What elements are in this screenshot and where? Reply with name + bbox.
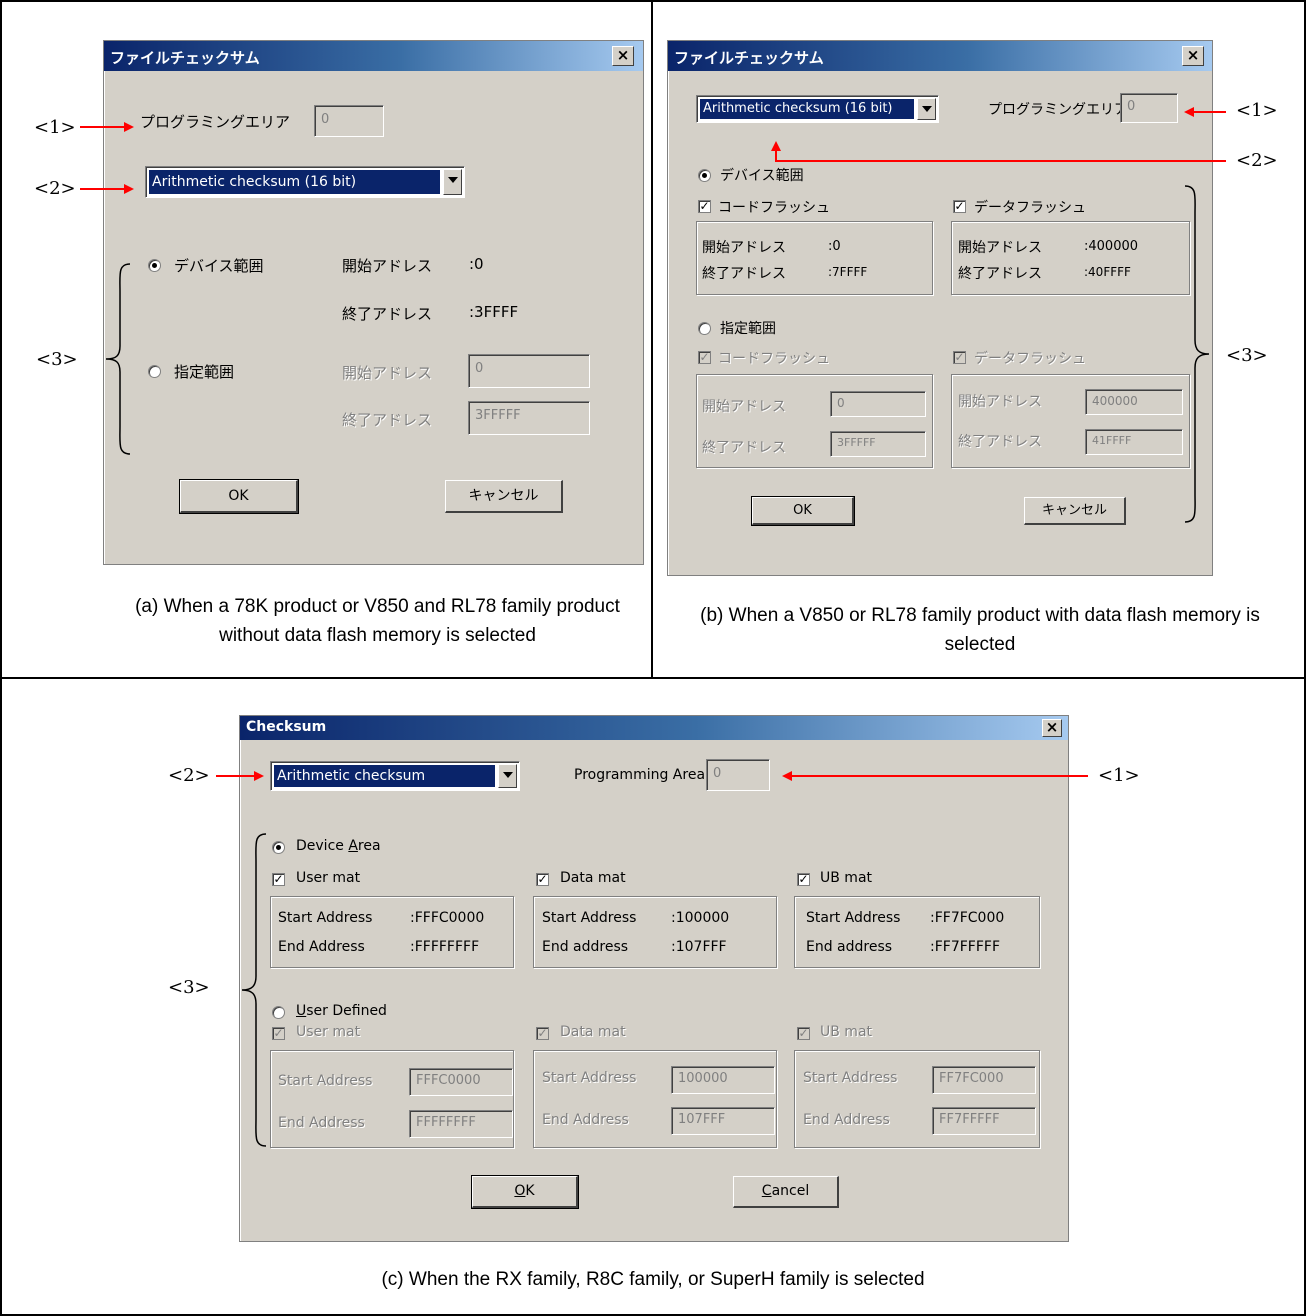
annotation-arrows xyxy=(80,107,1226,781)
arrow-b-2 xyxy=(771,141,1226,162)
